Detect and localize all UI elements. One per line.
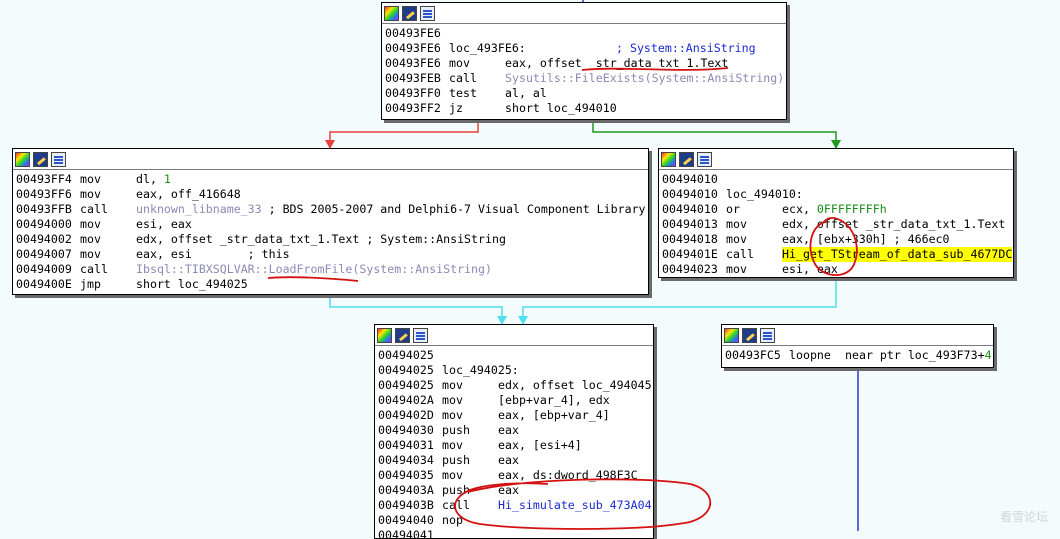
code-line: 00493FE6	[385, 26, 441, 40]
code-line: 00493FF6 mov eax, off_416648	[16, 187, 241, 201]
false-branch-edge	[329, 120, 479, 148]
code-line: 0049403B call Hi_simulate_sub_473A04	[378, 498, 652, 512]
graph-view-icon[interactable]	[420, 5, 435, 21]
code-line: 00493FF0 test al, al	[385, 86, 547, 100]
code-line: 0049402A mov [ebp+var_4], edx	[378, 393, 610, 407]
block-toolbar	[659, 149, 1013, 170]
code-line: 00494025 loc_494025:	[378, 363, 519, 377]
code-line: 00494013 mov edx, offset _str_data_txt_1.T…	[662, 217, 1006, 231]
block-toolbar	[375, 325, 653, 346]
code-line: 0049400E jmp short loc_494025	[16, 277, 248, 291]
code-block-left[interactable]: 00493FF4 mov dl, 1 00493FF6 mov eax, off_416…	[12, 148, 649, 295]
rename-icon[interactable]	[33, 151, 48, 167]
code-line: 00494035 mov eax, ds:dword_498F3C	[378, 468, 638, 482]
color-palette-icon[interactable]	[377, 327, 392, 343]
code-line: 00494023 mov esi, eax	[662, 262, 838, 276]
true-branch-edge	[592, 120, 837, 148]
jump-edge-left	[329, 295, 503, 324]
color-palette-icon[interactable]	[724, 327, 739, 343]
color-palette-icon[interactable]	[15, 151, 30, 167]
rename-icon[interactable]	[395, 327, 410, 343]
block-toolbar	[382, 3, 786, 24]
block-toolbar	[13, 149, 648, 170]
block-toolbar	[722, 325, 993, 346]
code-line: 00493FC5 loopne near ptr loc_493F73+ 4	[725, 348, 992, 362]
rename-icon[interactable]	[402, 5, 417, 21]
code-block-loop[interactable]: 00493FC5 loopne near ptr loc_493F73+ 4	[721, 324, 994, 368]
highlighted-call-target: Hi_get_TStream_of_data_sub_4677DC	[782, 247, 1013, 262]
code-line: 0049402D mov eax, [ebp+var_4]	[378, 408, 610, 422]
watermark: 看雪论坛	[999, 510, 1048, 524]
code-line: 00493FFB call unknown_libname_33 ; BDS 200…	[16, 202, 646, 216]
rename-icon[interactable]	[742, 327, 757, 343]
code-line: 00494010 or ecx, 0FFFFFFFFh	[662, 202, 887, 216]
code-line: 00493FE6 loc_493FE6:; System::AnsiString	[385, 41, 756, 55]
code-line: 00493FF4 mov dl, 1	[16, 172, 171, 186]
code-line: 00494040 nop	[378, 513, 463, 527]
code-block-right[interactable]: 00494010 00494010 loc_494010: 00494010 or e…	[658, 148, 1014, 278]
code-line: 0049401E call Hi_get_TStream_of_data_sub_4…	[662, 247, 1013, 262]
code-line: 00494030 push eax	[378, 423, 519, 437]
code-line: 00493FE6 mov eax, offset _str_data_txt_1.T…	[385, 56, 729, 70]
graph-view-icon[interactable]	[51, 151, 66, 167]
graph-view-icon[interactable]	[697, 151, 712, 167]
color-palette-icon[interactable]	[661, 151, 676, 167]
code-line: 00494018 mov eax, [ebx+330h] ; 466ec0	[662, 232, 950, 246]
code-line: 00494007 mov eax, esi ; this	[16, 247, 290, 261]
code-line: 00494025 mov edx, offset loc_494045	[378, 378, 652, 392]
code-line: 00494041	[378, 528, 434, 539]
code-line: 0049403A push eax	[378, 483, 519, 497]
code-line: 00494034 push eax	[378, 453, 519, 467]
graph-view-icon[interactable]	[413, 327, 428, 343]
code-line: 00494025	[378, 348, 434, 362]
code-line: 00493FEB call Sysutils::FileExists(System:…	[385, 71, 785, 85]
code-line: 00494009 call Ibsql::TIBXSQLVAR::LoadFromF…	[16, 262, 492, 276]
code-block-top[interactable]: 00493FE6 00493FE6 loc_493FE6:; System::An…	[381, 2, 787, 120]
code-block-bottom[interactable]: 00494025 00494025 loc_494025: 00494025 mov…	[374, 324, 654, 539]
color-palette-icon[interactable]	[384, 5, 399, 21]
rename-icon[interactable]	[679, 151, 694, 167]
code-line: 00493FF2 jz short loc_494010	[385, 101, 617, 115]
code-line: 00494000 mov esi, eax	[16, 217, 192, 231]
code-line: 00494010 loc_494010:	[662, 187, 803, 201]
code-line: 00494002 mov edx, offset _str_data_txt_1.T…	[16, 232, 506, 246]
code-line: 00494010	[662, 172, 718, 186]
code-line: 00494031 mov eax, [esi+4]	[378, 438, 582, 452]
graph-view-icon[interactable]	[760, 327, 775, 343]
